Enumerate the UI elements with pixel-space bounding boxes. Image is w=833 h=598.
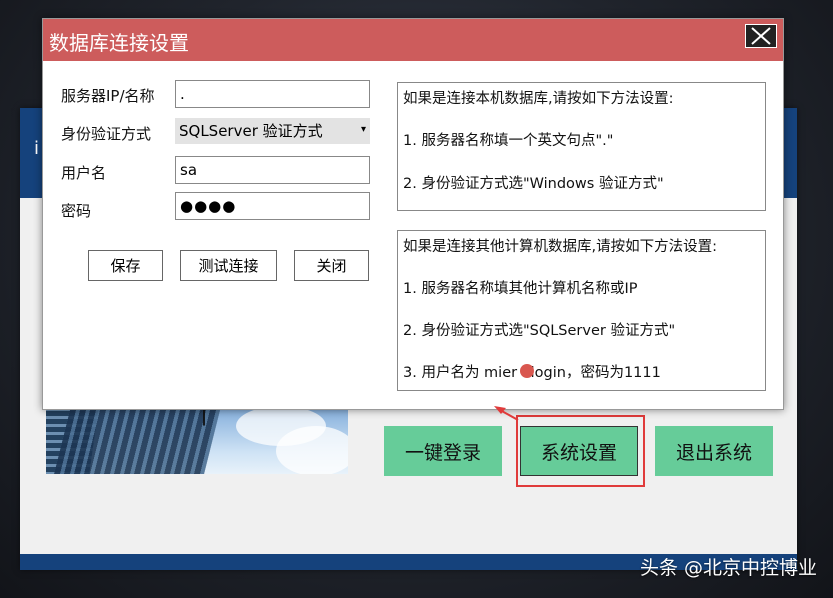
dropdown-arrow-icon: ▾: [360, 124, 366, 135]
highlight-annotation: [516, 415, 645, 487]
server-input[interactable]: .: [175, 80, 370, 108]
remote-heading: 如果是连接其他计算机数据库,请按如下方法设置:: [403, 239, 717, 255]
dialog-title: 数据库连接设置: [49, 31, 189, 55]
db-connection-dialog: 数据库连接设置 服务器IP/名称 . 身份验证方式 SQLServer 验证方式…: [42, 18, 784, 410]
local-db-instructions: 如果是连接本机数据库,请按如下方法设置: 1. 服务器名称填一个英文句点"." …: [397, 82, 766, 211]
exit-system-button[interactable]: 退出系统: [655, 426, 773, 476]
remote-line-1: 1. 服务器名称填其他计算机名称或IP: [403, 281, 638, 297]
watermark-text: 头条 @北京中控博业: [639, 557, 817, 579]
close-button[interactable]: 关闭: [294, 250, 369, 281]
auth-label: 身份验证方式: [61, 125, 152, 143]
remote-line-2: 2. 身份验证方式选"SQLServer 验证方式": [403, 323, 676, 339]
local-heading: 如果是连接本机数据库,请按如下方法设置:: [403, 91, 674, 107]
test-connection-button[interactable]: 测试连接: [180, 250, 277, 281]
remote-db-instructions: 如果是连接其他计算机数据库,请按如下方法设置: 1. 服务器名称填其他计算机名称…: [397, 230, 766, 391]
password-label: 密码: [61, 202, 92, 220]
auth-select[interactable]: SQLServer 验证方式 ▾: [175, 118, 370, 144]
local-line-1: 1. 服务器名称填一个英文句点".": [403, 133, 614, 149]
login-header-text: i: [34, 138, 40, 159]
auth-select-value: SQLServer 验证方式: [179, 122, 323, 140]
username-label: 用户名: [61, 164, 107, 182]
dialog-titlebar: 数据库连接设置: [43, 19, 783, 61]
username-input[interactable]: sa: [175, 156, 370, 184]
arrow-icon: [494, 406, 519, 421]
password-input[interactable]: ●●●●: [175, 192, 370, 220]
local-line-2: 2. 身份验证方式选"Windows 验证方式": [403, 176, 664, 192]
one-click-login-button[interactable]: 一键登录: [384, 426, 502, 476]
save-button[interactable]: 保存: [88, 250, 163, 281]
server-label: 服务器IP/名称: [61, 87, 155, 105]
cursor-marker: [520, 364, 534, 378]
close-icon[interactable]: [745, 24, 777, 48]
